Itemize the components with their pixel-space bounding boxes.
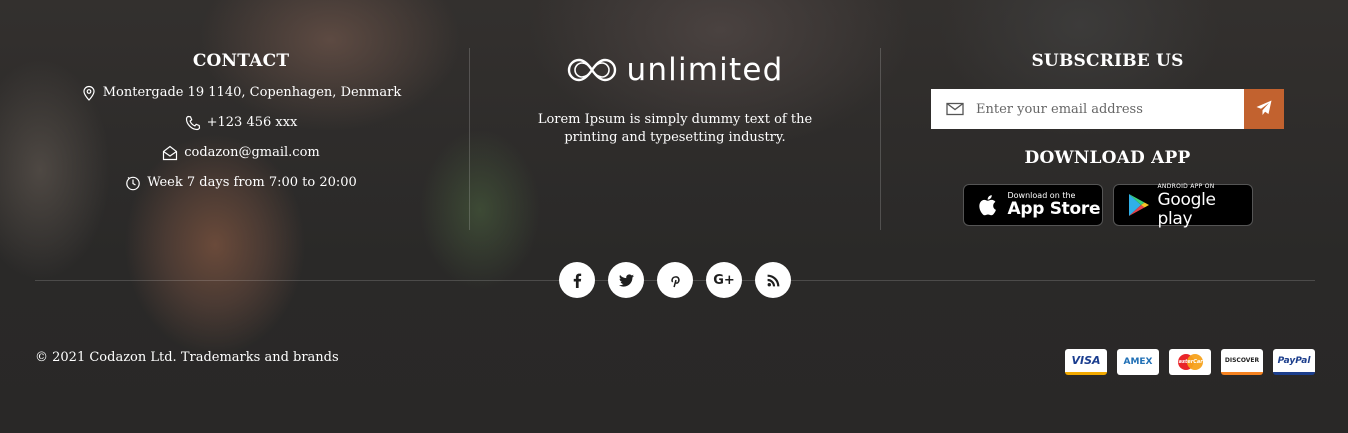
about-column: unlimited Lorem Ipsum is simply dummy te… [470,50,880,147]
amex-label: AMEX [1123,357,1153,367]
google-play-badge[interactable]: ANDROID APP ON Google play [1112,183,1253,229]
social-links: G+ [0,262,1348,298]
rss-button[interactable] [755,262,791,298]
subscribe-submit-button[interactable] [1244,89,1284,129]
clock-icon [125,175,141,191]
contact-phone: +123 456 xxx [35,114,447,132]
pinterest-icon [668,273,683,288]
app-store-badge[interactable]: Download on the App Store [962,184,1103,226]
mail-icon [946,102,964,116]
twitter-icon [618,273,634,288]
visa-label: VISA [1071,354,1101,367]
discover-label: DISCOVER [1224,357,1260,364]
twitter-button[interactable] [608,262,644,298]
footer: CONTACT Montergade 19 1140, Copenhagen, … [0,0,1348,433]
paypal-icon: PayPal [1273,349,1315,375]
app-badges: Download on the App Store ANDROID APP ON… [931,183,1284,229]
mastercard-icon: MasterCard [1169,349,1211,375]
discover-card-icon: DISCOVER [1221,349,1263,375]
logo-text: unlimited [626,52,784,88]
facebook-button[interactable] [559,262,595,298]
contact-email: codazon@gmail.com [35,144,447,162]
payment-methods: VISA AMEX MasterCard DISCOVER PayPal [1065,349,1315,375]
contact-hours: Week 7 days from 7:00 to 20:00 [35,174,447,192]
google-play-icon [1124,191,1152,219]
contact-column: CONTACT Montergade 19 1140, Copenhagen, … [35,50,447,192]
copyright-text: © 2021 Codazon Ltd. Trademarks and brand… [35,350,339,365]
hours-text: Week 7 days from 7:00 to 20:00 [147,175,357,190]
contact-heading: CONTACT [192,51,290,71]
facebook-icon [570,273,585,288]
address-text: Montergade 19 1140, Copenhagen, Denmark [102,85,402,100]
google-plus-button[interactable]: G+ [706,262,742,298]
infinity-logo-icon [566,54,618,86]
visa-card-icon: VISA [1065,349,1107,375]
phone-text[interactable]: +123 456 xxx [207,114,298,132]
mastercard-label: MasterCard [1173,359,1207,365]
google-plus-icon: G+ [713,272,735,288]
column-divider-right [880,48,881,230]
envelope-icon [162,145,178,161]
paper-plane-icon [1256,100,1272,119]
amex-card-icon: AMEX [1117,349,1159,375]
pinterest-button[interactable] [657,262,693,298]
email-input-wrapper [931,89,1244,129]
subscribe-heading: SUBSCRIBE US [1031,51,1184,71]
email-link[interactable]: codazon@gmail.com [184,144,320,162]
download-heading: DOWNLOAD APP [1024,148,1191,168]
google-play-big-text: Google play [1157,189,1216,229]
map-pin-icon [81,85,97,101]
about-description: Lorem Ipsum is simply dummy text of the … [537,112,813,145]
phone-icon [185,115,201,131]
subscribe-email-input[interactable] [976,101,1236,117]
contact-address: Montergade 19 1140, Copenhagen, Denmark [35,84,447,102]
brand-logo[interactable]: unlimited [470,50,880,90]
subscribe-column: SUBSCRIBE US DOWNLOAD APP Down [931,50,1284,229]
apple-icon [974,191,1002,219]
subscribe-form [931,89,1284,129]
rss-icon [766,273,781,288]
paypal-label: PayPal [1277,355,1311,366]
app-store-big-text: App Store [1007,199,1101,219]
